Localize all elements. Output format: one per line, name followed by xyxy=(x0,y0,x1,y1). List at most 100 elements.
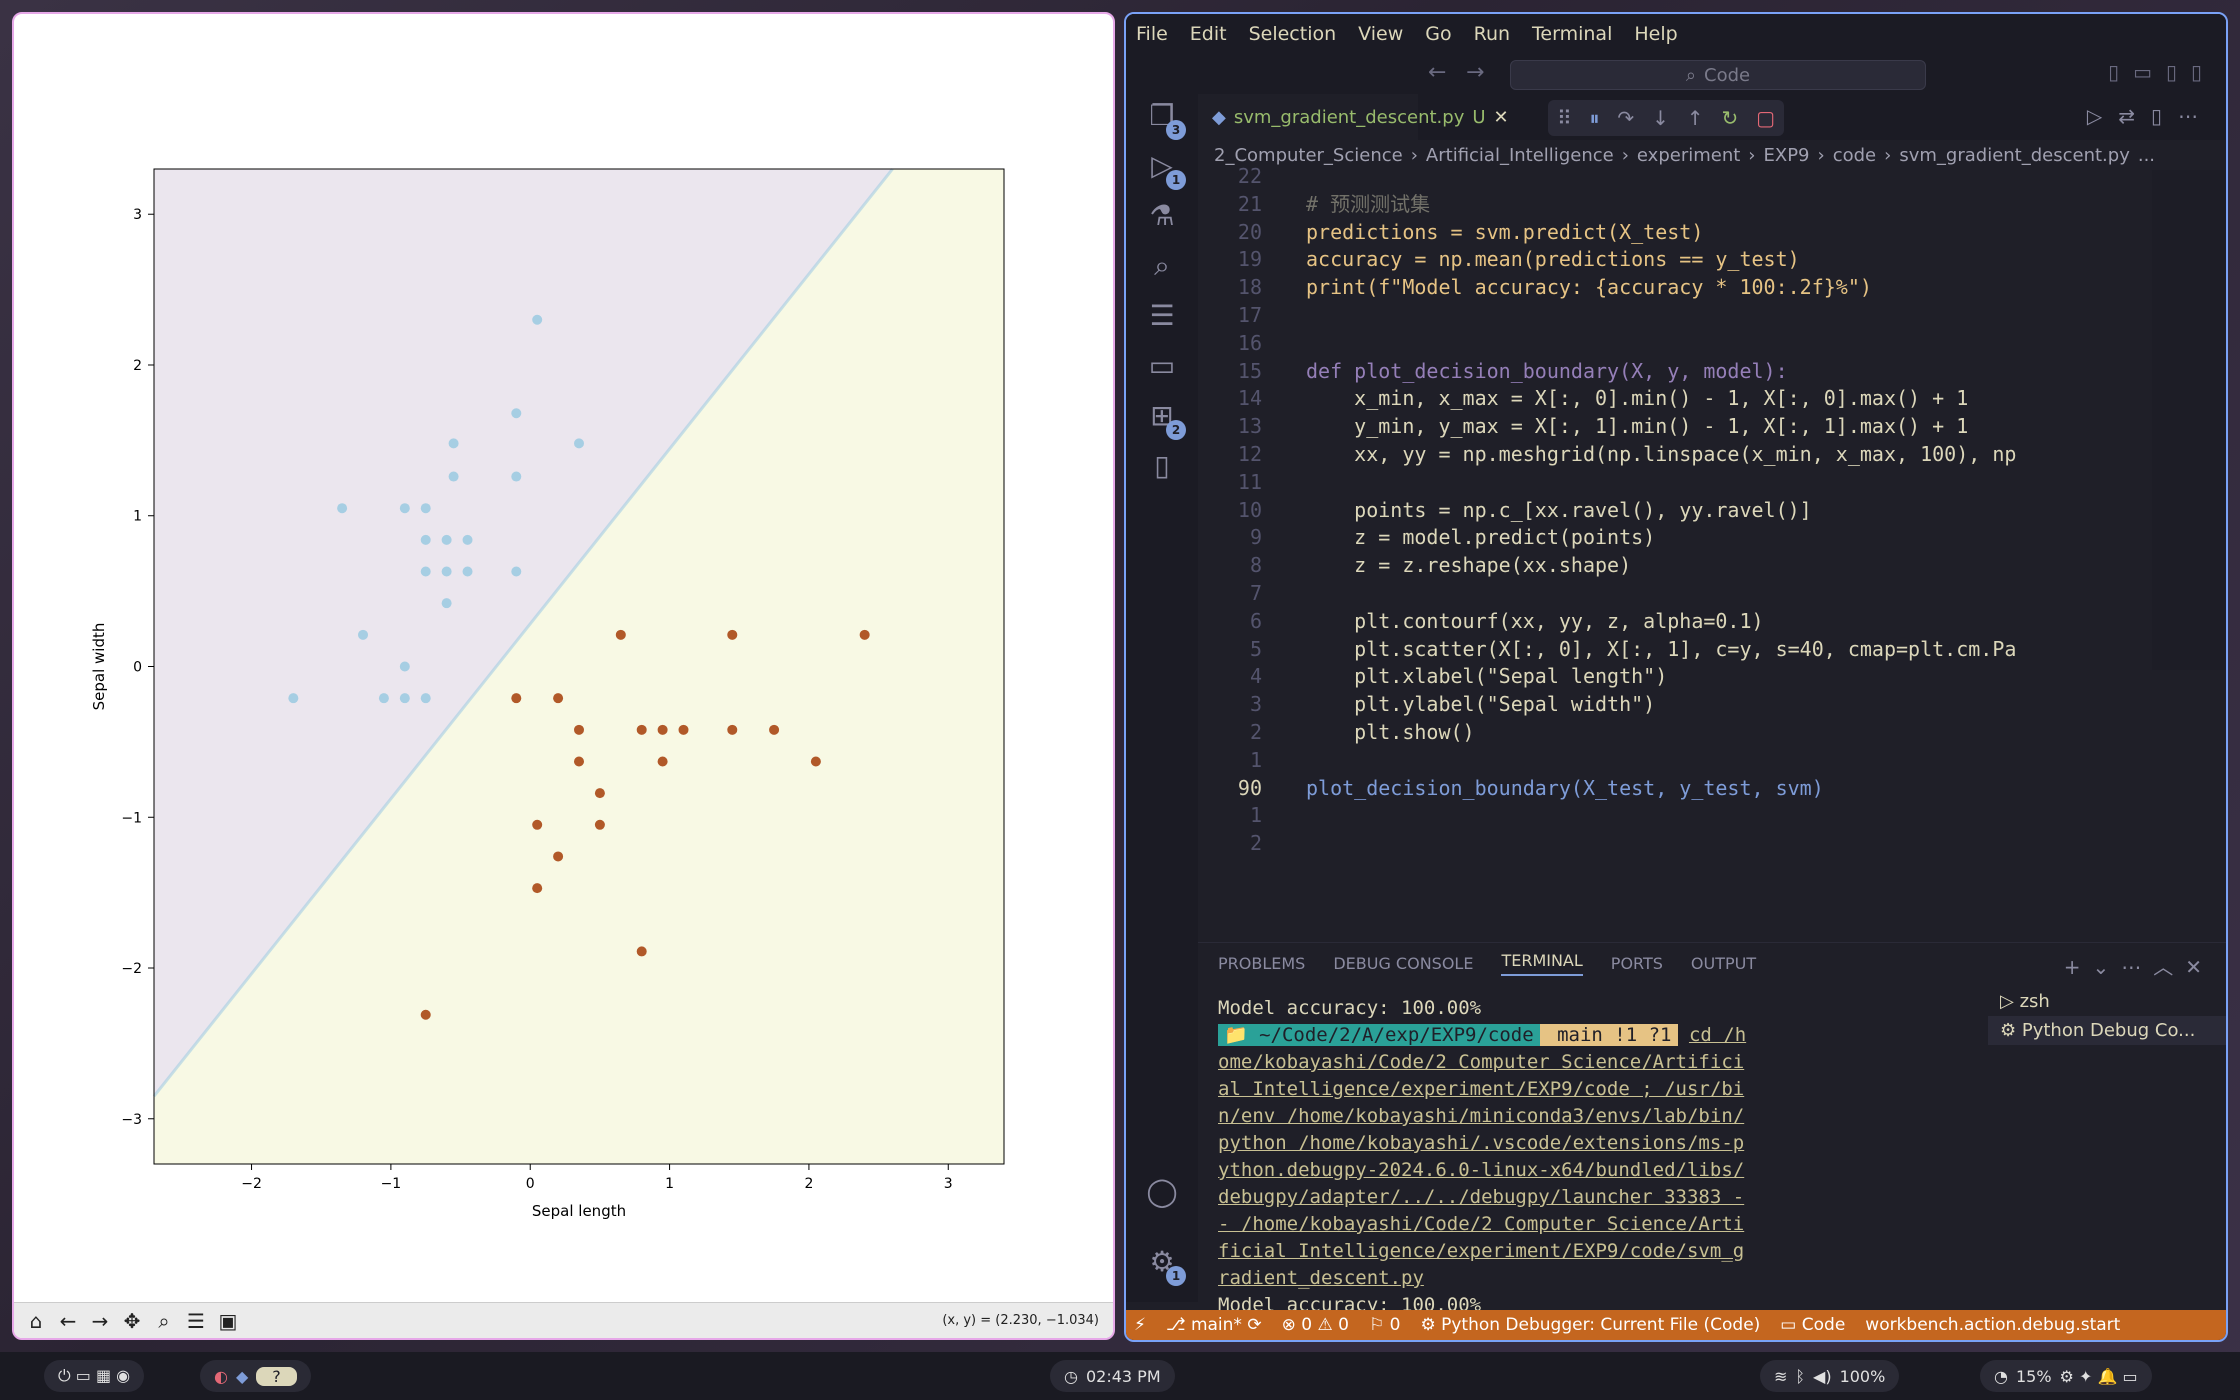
class1-point xyxy=(810,756,821,767)
code-editor[interactable]: 22 21 # 预测测试集 20 predictions = svm.predict(X… xyxy=(1198,164,2226,855)
y-tick-label: 2 xyxy=(133,358,142,374)
run-debug-icon[interactable]: ▷ 1 xyxy=(1144,148,1186,190)
terminal-list: ▷ zsh ⚙ Python Debug Co... xyxy=(1988,987,2226,1045)
restart-icon[interactable]: ↻ xyxy=(1721,106,1738,130)
home-icon[interactable]: ⌂ xyxy=(22,1307,50,1335)
save-icon[interactable]: ▣ xyxy=(214,1307,242,1335)
vscode-window: File Edit Selection View Go Run Terminal… xyxy=(1124,12,2228,1342)
tab-debug-console[interactable]: DEBUG CONSOLE xyxy=(1333,954,1473,973)
line-number: 2 xyxy=(1249,831,1262,856)
taskbar: ⏻ ▭ ▦ ◉ ◐ ◆ ? ◷ 02:43 PM ≋ ᛒ ◀) 100% ◔ 1… xyxy=(0,1352,2240,1400)
account-icon[interactable]: ◯ xyxy=(1144,1174,1180,1210)
tab-svm-gradient-descent[interactable]: ◆ svm_gradient_descent.py U ✕ xyxy=(1198,94,1509,140)
code-text: plt.contourf(xx, yy, z, alpha=0.1) xyxy=(1306,608,1764,633)
search-icon[interactable]: ⌕ xyxy=(1144,248,1180,284)
pan-icon[interactable]: ✥ xyxy=(118,1307,146,1335)
app-icon[interactable]: ◐ xyxy=(214,1367,228,1386)
menu-view[interactable]: View xyxy=(1358,23,1403,45)
code-line: 8 z = z.reshape(xx.shape) xyxy=(1198,551,2098,579)
line-number: 6 xyxy=(1249,608,1262,633)
stop-icon[interactable]: ▢ xyxy=(1756,106,1775,130)
code-text: print(f"Model accuracy: {accuracy * 100:… xyxy=(1306,275,1872,300)
terminal-item-zsh[interactable]: ▷ zsh xyxy=(1988,987,2226,1016)
status-debugger[interactable]: ⚙ Python Debugger: Current File (Code) xyxy=(1420,1315,1760,1335)
active-app-icon[interactable]: ? xyxy=(256,1366,297,1386)
tab-ports[interactable]: PORTS xyxy=(1611,954,1663,973)
drag-handle-icon[interactable]: ⠿ xyxy=(1557,106,1572,130)
close-icon[interactable]: ✕ xyxy=(1494,107,1509,128)
configure-icon[interactable]: ☰ xyxy=(182,1307,210,1335)
code-line: 9 z = model.predict(points) xyxy=(1198,523,2098,551)
menu-edit[interactable]: Edit xyxy=(1190,23,1227,45)
class0-point xyxy=(574,438,584,449)
settings-gear-icon[interactable]: ⚙ 1 xyxy=(1144,1244,1186,1286)
status-ports[interactable]: ⚐ 0 xyxy=(1369,1315,1400,1335)
status-bar: ⚡ ⎇ main* ⟳ ⊗ 0 ⚠ 0 ⚐ 0 ⚙ Python Debugge… xyxy=(1126,1310,2226,1340)
wifi-icon: ≋ xyxy=(1774,1366,1788,1386)
step-into-icon[interactable]: ↓ xyxy=(1652,106,1669,130)
panel-action-icons[interactable]: +⌄⋯︿✕ xyxy=(2064,951,2214,980)
outline-icon[interactable]: ☰ xyxy=(1144,298,1180,334)
menu-bar: File Edit Selection View Go Run Terminal… xyxy=(1126,14,2226,54)
menu-terminal[interactable]: Terminal xyxy=(1532,23,1612,45)
forward-icon[interactable]: → xyxy=(86,1307,114,1335)
menu-go[interactable]: Go xyxy=(1425,23,1451,45)
debug-toolbar: ⠿ ⏸ ↷ ↓ ↑ ↻ ▢ xyxy=(1548,100,1784,136)
line-number: 11 xyxy=(1237,469,1262,494)
code-line: 10 points = np.c_[xx.ravel(), yy.ravel()… xyxy=(1198,496,2098,524)
menu-selection[interactable]: Selection xyxy=(1249,23,1337,45)
status-tray[interactable]: ◔ 15% ⚙ ✦ 🔔 ▭ xyxy=(1980,1360,2152,1392)
menu-run[interactable]: Run xyxy=(1474,23,1510,45)
class0-point xyxy=(420,566,431,577)
step-over-icon[interactable]: ↷ xyxy=(1617,106,1634,130)
explorer-icon[interactable]: ❐ 3 xyxy=(1144,98,1186,140)
class1-point xyxy=(574,724,584,735)
tab-terminal[interactable]: TERMINAL xyxy=(1501,951,1583,976)
line-number: 21 xyxy=(1237,191,1262,216)
tray-icons: ⚙ ✦ 🔔 ▭ xyxy=(2059,1366,2138,1386)
system-tray-left[interactable]: ⏻ ▭ ▦ ◉ xyxy=(44,1360,145,1392)
minimap[interactable] xyxy=(2152,170,2226,670)
layout-icons[interactable]: ▯▭▯▯ xyxy=(2108,60,2216,84)
status-folder[interactable]: ▭ Code xyxy=(1780,1315,1845,1335)
nav-back-icon[interactable]: ← xyxy=(1428,60,1446,85)
network-tray[interactable]: ≋ ᛒ ◀) 100% xyxy=(1760,1360,1900,1392)
terminal-command: cd /home/kobayashi/Code/2 Computer Scien… xyxy=(1218,1024,1747,1289)
tab-output[interactable]: OUTPUT xyxy=(1691,954,1756,973)
breadcrumb-item[interactable]: ... xyxy=(2138,145,2155,166)
class0-point xyxy=(448,438,459,449)
step-out-icon[interactable]: ↑ xyxy=(1687,106,1704,130)
menu-file[interactable]: File xyxy=(1136,23,1168,45)
back-icon[interactable]: ← xyxy=(54,1307,82,1335)
terminal-item-debug[interactable]: ⚙ Python Debug Co... xyxy=(1988,1016,2226,1045)
editor-action-icons[interactable]: ▷⇄▯⋯ xyxy=(2087,104,2214,128)
line-number: 3 xyxy=(1249,692,1262,717)
clock[interactable]: ◷ 02:43 PM xyxy=(1050,1360,1175,1392)
code-text: plt.show() xyxy=(1306,720,1475,744)
code-text: y_min, y_max = X[:, 1].min() - 1, X[:, 1… xyxy=(1306,414,1969,439)
pause-icon[interactable]: ⏸ xyxy=(1590,106,1600,130)
remote-icon[interactable]: ⚡ xyxy=(1134,1315,1146,1335)
bookmark-icon[interactable]: ▯ xyxy=(1144,448,1180,484)
command-center[interactable]: ⌕ Code xyxy=(1510,60,1926,90)
nav-forward-icon[interactable]: → xyxy=(1466,60,1484,85)
class0-point xyxy=(288,693,299,704)
testing-icon[interactable]: ⚗ xyxy=(1144,198,1180,234)
status-problems[interactable]: ⊗ 0 ⚠ 0 xyxy=(1282,1315,1349,1335)
class1-point xyxy=(727,629,738,640)
app-dock[interactable]: ◐ ◆ ? xyxy=(200,1360,311,1392)
line-number: 19 xyxy=(1237,247,1262,272)
line-number: 8 xyxy=(1249,553,1262,578)
code-line: 2 xyxy=(1198,829,2098,857)
terminal-output[interactable]: Model accuracy: 100.00% 📁 ~/Code/2/A/exp… xyxy=(1218,995,1748,1319)
panel-tabs: PROBLEMS DEBUG CONSOLE TERMINAL PORTS OU… xyxy=(1218,943,1756,983)
folder-icon[interactable]: ▭ xyxy=(1144,348,1180,384)
menu-help[interactable]: Help xyxy=(1634,23,1677,45)
extensions-icon[interactable]: ⊞ 2 xyxy=(1144,398,1186,440)
volume-icon: ◀) xyxy=(1813,1366,1832,1386)
zoom-icon[interactable]: ⌕ xyxy=(150,1307,178,1335)
vscode-icon[interactable]: ◆ xyxy=(236,1367,248,1386)
class0-point xyxy=(511,408,522,419)
tab-problems[interactable]: PROBLEMS xyxy=(1218,954,1305,973)
status-branch[interactable]: ⎇ main* ⟳ xyxy=(1166,1315,1262,1335)
